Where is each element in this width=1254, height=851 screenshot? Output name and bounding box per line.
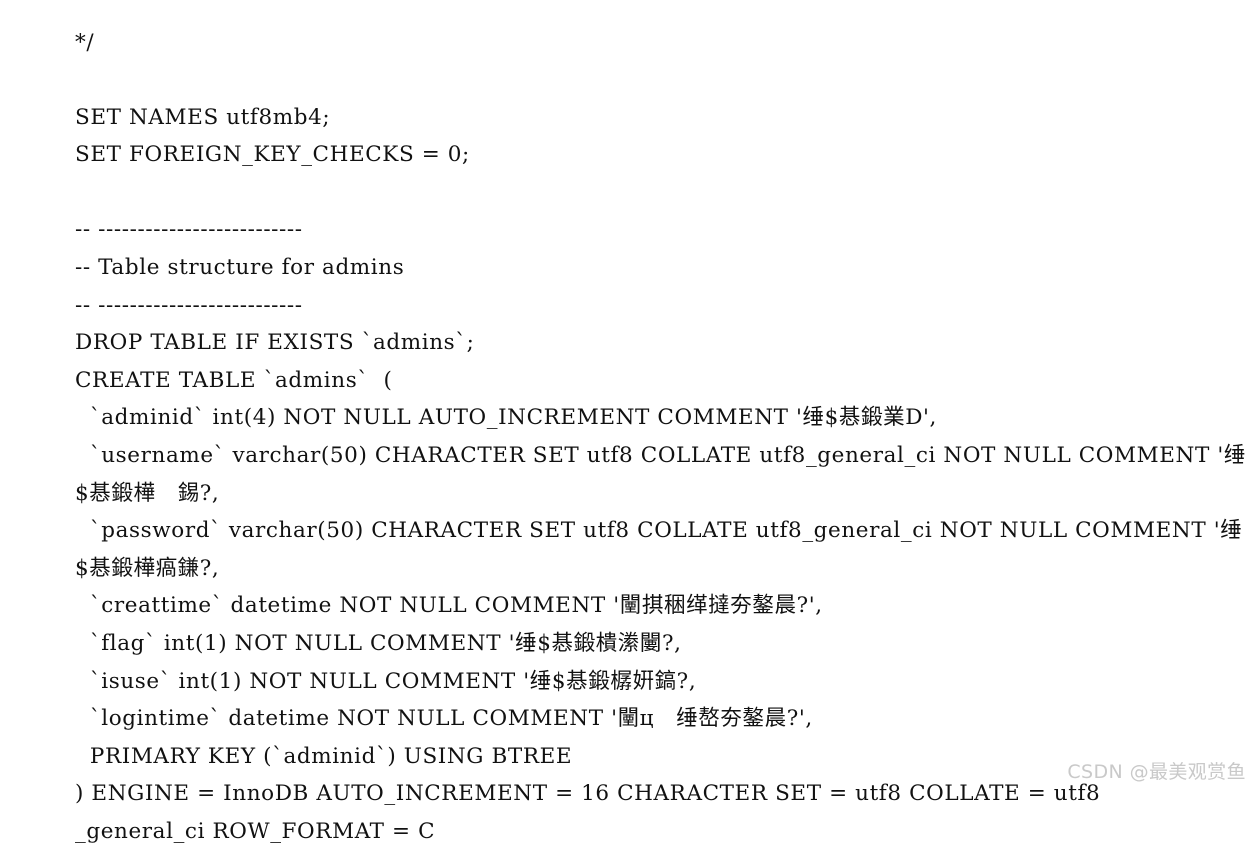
code-line: `adminid` int(4) NOT NULL AUTO_INCREMENT… [75, 405, 937, 431]
code-line: */ [75, 29, 95, 55]
code-line: `isuse` int(1) NOT NULL COMMENT '缍$惎鍛樼姸鎬… [75, 668, 697, 694]
code-page: */ SET NAMES utf8mb4; SET FOREIGN_KEY_CHE… [0, 0, 1254, 844]
sql-code-block[interactable]: */ SET NAMES utf8mb4; SET FOREIGN_KEY_CHE… [75, 24, 1254, 851]
code-line: SET NAMES utf8mb4; [75, 104, 331, 130]
code-line: ) ENGINE = InnoDB AUTO_INCREMENT = 16 CH… [75, 781, 1101, 807]
code-line: PRIMARY KEY (`adminid`) USING BTREE [75, 743, 573, 769]
code-line: `logintime` datetime NOT NULL COMMENT '闉… [75, 706, 813, 732]
code-line: -- -------------------------- [75, 217, 303, 243]
code-line: `creattime` datetime NOT NULL COMMENT '闉… [75, 593, 823, 619]
code-line: -- Table structure for admins [75, 255, 405, 281]
code-line: _general_ci ROW_FORMAT = C [75, 818, 436, 844]
code-line: -- -------------------------- [75, 292, 303, 318]
code-line: `flag` int(1) NOT NULL COMMENT '缍$惎鍛樻潫闄?… [75, 631, 682, 656]
code-line: `username` varchar(50) CHARACTER SET utf… [75, 443, 1246, 506]
code-line: CREATE TABLE `admins` ( [75, 367, 393, 393]
code-line: SET FOREIGN_KEY_CHECKS = 0; [75, 142, 470, 168]
code-line: DROP TABLE IF EXISTS `admins`; [75, 330, 475, 356]
code-line: `password` varchar(50) CHARACTER SET utf… [75, 518, 1243, 581]
